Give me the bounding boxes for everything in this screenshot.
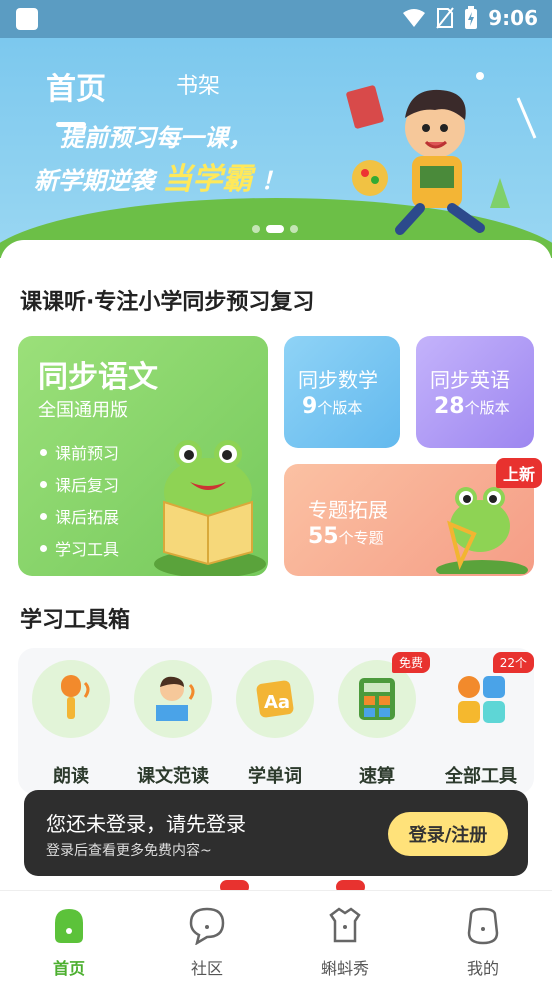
status-bar: 9:06 — [0, 0, 552, 38]
status-icons: 9:06 — [402, 6, 538, 30]
login-prompt-toast: 您还未登录，请先登录 登录后查看更多免费内容~ 登录/注册 — [24, 790, 528, 876]
profile-icon — [467, 907, 499, 945]
tool-quick-calc[interactable]: 免费 速算 — [332, 652, 430, 788]
tool-label: 速算 — [359, 766, 395, 787]
page-dot — [252, 225, 260, 233]
tool-learn-words[interactable]: Aa 学单词 — [230, 660, 320, 788]
chinese-feature-list: 课前预习 课后复习 课后拓展 学习工具 — [40, 440, 119, 568]
toolbox-panel: 朗读 课文范读 Aa 学单词 免费 速算 22个 全部工具 — [18, 648, 534, 794]
clock: 9:06 — [488, 6, 538, 30]
tab-bookshelf[interactable]: 书架 — [176, 68, 220, 100]
nav-item-community[interactable]: 社区 — [138, 891, 276, 981]
notification-icon — [16, 8, 38, 30]
chinese-subtitle: 全国通用版 — [38, 400, 128, 421]
chinese-title: 同步语文 — [38, 360, 158, 395]
math-unit: 个版本 — [317, 399, 363, 417]
grid-apps-icon — [458, 676, 505, 723]
tool-read-aloud[interactable]: 朗读 — [26, 660, 116, 788]
bottom-nav: 首页 社区 蝌蚪秀 我的 — [0, 890, 552, 981]
tool-icon-bg — [134, 660, 212, 738]
login-prompt-subtitle: 登录后查看更多免费内容~ — [46, 843, 212, 859]
math-version-count: 9个版本 — [302, 394, 362, 419]
nav-label: 我的 — [466, 959, 499, 978]
login-prompt-title: 您还未登录，请先登录 — [46, 812, 246, 836]
tool-all-tools[interactable]: 22个 全部工具 — [436, 652, 534, 788]
wifi-icon — [403, 9, 426, 27]
card-sync-chinese[interactable]: 同步语文 全国通用版 课前预习 课后复习 课后拓展 学习工具 — [18, 336, 268, 576]
svg-text:Aa: Aa — [264, 692, 290, 713]
tool-label: 课文范读 — [137, 766, 209, 787]
battery-charging-icon — [465, 6, 478, 29]
topic-count-value: 55 — [308, 524, 339, 549]
word-card-icon: Aa — [256, 680, 294, 718]
english-version-count: 28个版本 — [434, 394, 510, 419]
nav-label: 社区 — [190, 959, 223, 978]
english-title: 同步英语 — [430, 368, 510, 392]
english-unit: 个版本 — [464, 399, 510, 417]
nav-label: 蝌蚪秀 — [320, 959, 369, 978]
tadpole-show-icon — [329, 907, 361, 943]
page-dot-active — [266, 225, 284, 233]
banner-slogan-line2: 新学期逆袭 当学霸 ！ — [34, 154, 285, 198]
topic-unit: 个专题 — [338, 529, 384, 547]
no-sim-icon — [436, 7, 455, 29]
reading-boy-icon — [156, 676, 195, 721]
slogan-suffix: ！ — [260, 167, 285, 195]
nav-item-profile[interactable]: 我的 — [414, 891, 552, 981]
math-title: 同步数学 — [298, 368, 378, 392]
feature-item: 学习工具 — [40, 536, 119, 560]
feature-item: 课后拓展 — [40, 504, 119, 528]
count-tag: 22个 — [492, 652, 534, 673]
nav-label: 首页 — [52, 959, 85, 978]
tool-label: 学单词 — [248, 766, 302, 787]
topic-count: 55个专题 — [308, 524, 384, 549]
tool-icon-bg — [32, 660, 110, 738]
student-illustration — [346, 72, 537, 235]
login-register-button[interactable]: 登录/注册 — [388, 812, 508, 856]
tool-label: 朗读 — [53, 766, 89, 787]
calculator-icon — [359, 678, 395, 720]
tab-home[interactable]: 首页 — [46, 64, 106, 108]
slogan-prefix: 新学期逆袭 — [34, 167, 154, 195]
feature-item: 课前预习 — [40, 440, 119, 464]
tool-model-reading[interactable]: 课文范读 — [128, 660, 218, 788]
section-title-toolbox: 学习工具箱 — [20, 608, 131, 633]
tool-icon-bg: 免费 — [338, 652, 430, 738]
microphone-icon — [61, 675, 90, 719]
card-sync-math[interactable]: 同步数学 9个版本 — [284, 336, 400, 448]
english-count: 28 — [434, 394, 465, 419]
banner-pagination — [252, 225, 298, 233]
page-dot — [290, 225, 298, 233]
topic-title: 专题拓展 — [308, 498, 388, 522]
card-sync-english[interactable]: 同步英语 28个版本 — [416, 336, 534, 448]
tool-label: 全部工具 — [445, 766, 517, 787]
home-icon — [55, 909, 83, 943]
banner-slogan-line1: 提前预习每一课， — [60, 124, 252, 152]
community-icon — [189, 907, 225, 946]
math-count: 9 — [302, 394, 318, 419]
nav-item-home[interactable]: 首页 — [0, 891, 138, 981]
frog-harp-illustration — [436, 487, 528, 574]
slogan-highlight: 当学霸 — [162, 162, 253, 197]
section-title-sync: 课课听·专注小学同步预习复习 — [20, 290, 315, 315]
frog-reading-illustration — [154, 440, 266, 576]
tool-icon-bg: Aa — [236, 660, 314, 738]
promo-banner[interactable]: 首页 书架 提前预习每一课， 新学期逆袭 当学霸 ！ — [0, 38, 552, 258]
new-badge: 上新 — [496, 458, 543, 488]
feature-item: 课后复习 — [40, 472, 119, 496]
nav-item-tadpole-show[interactable]: 蝌蚪秀 — [276, 891, 414, 981]
free-tag: 免费 — [391, 652, 430, 673]
tool-icon-bg: 22个 — [442, 652, 534, 738]
